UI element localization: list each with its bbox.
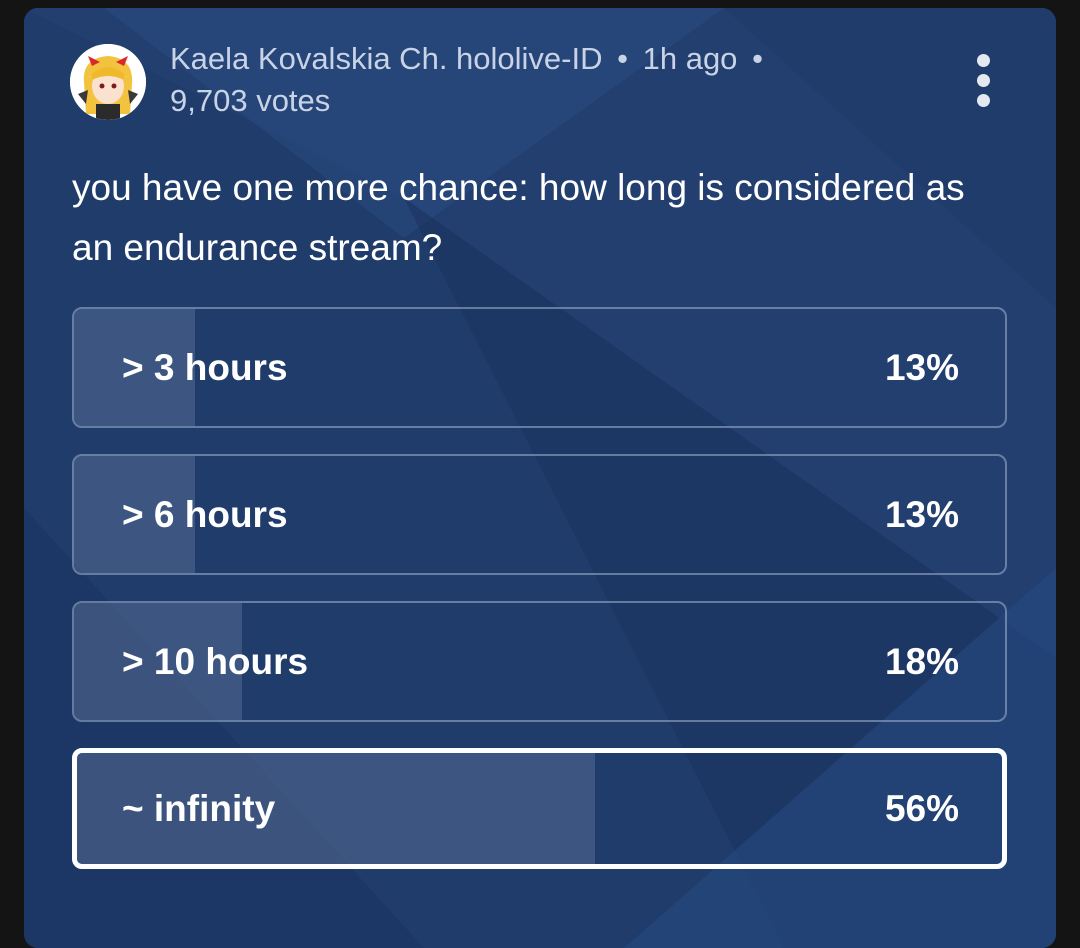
avatar-image <box>70 44 146 120</box>
poll-option-label: > 3 hours <box>122 346 288 388</box>
poll-option-1[interactable]: > 3 hours 13% <box>72 307 1007 428</box>
post-meta: Kaela Kovalskia Ch. hololive-ID • 1h ago… <box>170 38 890 122</box>
poll-option-percent: 56% <box>884 787 959 829</box>
post-header: Kaela Kovalskia Ch. hololive-ID • 1h ago… <box>70 38 1010 128</box>
poll-post-card: Kaela Kovalskia Ch. hololive-ID • 1h ago… <box>24 8 1056 948</box>
channel-name[interactable]: Kaela Kovalskia Ch. hololive-ID <box>170 41 603 76</box>
poll-question: you have one more chance: how long is co… <box>72 167 965 268</box>
more-vert-icon-dot-3 <box>976 93 990 107</box>
more-options-button[interactable] <box>968 48 998 112</box>
poll-option-label: > 10 hours <box>122 640 309 682</box>
meta-separator-trailing: • <box>752 41 763 76</box>
meta-separator: • <box>617 41 628 76</box>
poll-option-label: > 6 hours <box>122 493 288 535</box>
poll-option-percent: 13% <box>884 346 959 388</box>
poll-option-3[interactable]: > 10 hours 18% <box>72 601 1007 722</box>
vote-count: 9,703 votes <box>170 83 331 118</box>
more-vert-icon-dot-2 <box>976 73 990 87</box>
more-vert-icon <box>976 53 990 67</box>
poll-option-4[interactable]: ~ infinity 56% <box>72 748 1007 869</box>
poll-option-label: ~ infinity <box>122 787 276 829</box>
post-time: 1h ago <box>642 41 738 76</box>
meta-line-2: 9,703 votes <box>170 80 890 122</box>
poll-option-percent: 18% <box>884 640 959 682</box>
meta-line-1: Kaela Kovalskia Ch. hololive-ID • 1h ago… <box>170 38 890 80</box>
poll-option-2[interactable]: > 6 hours 13% <box>72 454 1007 575</box>
poll-option-percent: 13% <box>884 493 959 535</box>
channel-avatar[interactable] <box>70 44 146 120</box>
